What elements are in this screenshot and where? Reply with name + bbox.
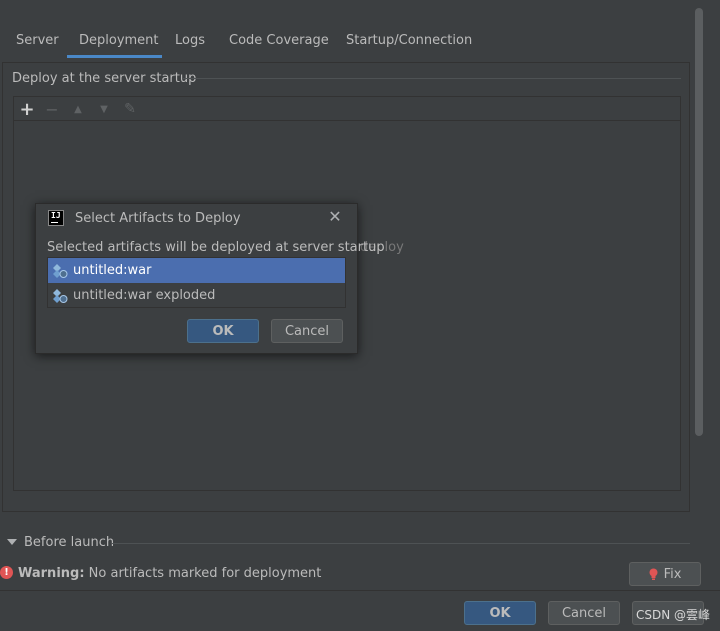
tab-code-coverage[interactable]: Code Coverage	[229, 33, 329, 48]
fix-button[interactable]: Fix	[629, 562, 701, 586]
list-item[interactable]: untitled:war exploded	[48, 283, 345, 308]
add-icon[interactable]: +	[16, 97, 38, 121]
warning-text: No artifacts marked for deployment	[88, 566, 322, 581]
dialog-cancel-button[interactable]: Cancel	[271, 319, 343, 343]
vertical-scrollbar[interactable]	[695, 8, 703, 436]
select-artifacts-dialog: IJ Select Artifacts to Deploy ✕ Selected…	[35, 203, 385, 354]
fix-label: Fix	[663, 566, 682, 582]
intellij-logo-icon: IJ	[48, 210, 64, 226]
artifact-icon	[52, 263, 68, 279]
tab-logs[interactable]: Logs	[175, 33, 205, 48]
cancel-button[interactable]: Cancel	[548, 601, 620, 625]
collapse-arrow-icon[interactable]	[7, 539, 17, 545]
artifact-choice-list: untitled:war untitled:war exploded	[47, 257, 346, 308]
before-launch-label[interactable]: Before launch	[24, 535, 114, 550]
tab-deployment[interactable]: Deployment	[79, 33, 159, 48]
warning-message: Warning: No artifacts marked for deploym…	[18, 566, 321, 581]
dialog-ok-button[interactable]: OK	[187, 319, 259, 343]
watermark: CSDN @雲峰	[636, 608, 711, 622]
error-icon: !	[0, 566, 13, 579]
list-item[interactable]: untitled:war	[48, 258, 345, 283]
artifact-label: untitled:war	[73, 263, 152, 278]
edit-icon[interactable]: ✎	[119, 97, 141, 121]
deploy-group-title: Deploy at the server startup	[12, 71, 197, 86]
move-down-icon[interactable]: ▼	[93, 97, 115, 121]
lightbulb-icon	[649, 568, 658, 581]
list-toolbar: + − ▲ ▼ ✎	[14, 97, 680, 121]
tab-startup-connection[interactable]: Startup/Connection	[346, 33, 472, 48]
active-tab-indicator	[67, 55, 162, 58]
close-icon[interactable]: ✕	[326, 208, 344, 226]
warning-prefix: Warning:	[18, 566, 85, 581]
dialog-title: Select Artifacts to Deploy	[75, 211, 241, 226]
tab-server[interactable]: Server	[16, 33, 59, 48]
dialog-description: Selected artifacts will be deployed at s…	[47, 240, 385, 255]
group-divider	[183, 78, 681, 79]
artifact-icon	[52, 288, 68, 304]
remove-icon[interactable]: −	[41, 97, 63, 121]
move-up-icon[interactable]: ▲	[67, 97, 89, 121]
artifact-label: untitled:war exploded	[73, 288, 216, 303]
before-launch-divider	[112, 543, 690, 544]
ok-button[interactable]: OK	[464, 601, 536, 625]
